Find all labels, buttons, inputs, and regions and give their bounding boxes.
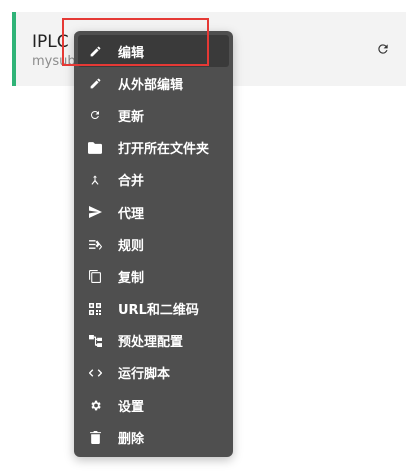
send-icon xyxy=(88,205,102,219)
menu-item-label: URL和二维码 xyxy=(118,303,199,319)
menu-item-proxy[interactable]: 代理 xyxy=(74,196,233,228)
menu-item-label: 运行脚本 xyxy=(118,367,171,383)
menu-item-preprocess[interactable]: 预处理配置 xyxy=(74,325,233,357)
menu-item-update[interactable]: 更新 xyxy=(74,99,233,131)
menu-item-run-script[interactable]: 运行脚本 xyxy=(74,357,233,389)
menu-item-label: 删除 xyxy=(118,431,145,447)
menu-item-settings[interactable]: 设置 xyxy=(74,389,233,421)
menu-item-edit[interactable]: 编辑 xyxy=(78,35,229,68)
menu-item-url-qrcode[interactable]: URL和二维码 xyxy=(74,293,233,325)
menu-item-label: 合并 xyxy=(118,174,145,190)
profile-subtitle: mysub xyxy=(32,54,76,69)
copy-icon xyxy=(88,269,102,283)
folder-icon xyxy=(88,141,102,155)
refresh-icon xyxy=(88,108,102,122)
tree-icon xyxy=(88,334,102,348)
pencil-icon xyxy=(88,44,102,58)
menu-item-edit-external[interactable]: 从外部编辑 xyxy=(74,67,233,99)
qrcode-icon xyxy=(88,302,102,316)
rules-icon xyxy=(88,237,102,251)
menu-item-label: 预处理配置 xyxy=(118,335,184,351)
pencil-icon xyxy=(88,76,102,90)
menu-item-label: 复制 xyxy=(118,270,145,286)
menu-item-label: 设置 xyxy=(118,399,145,415)
menu-item-merge[interactable]: 合并 xyxy=(74,164,233,196)
menu-item-label: 编辑 xyxy=(118,45,145,61)
code-icon xyxy=(88,366,102,380)
trash-icon xyxy=(88,430,102,444)
menu-item-label: 打开所在文件夹 xyxy=(118,142,210,158)
refresh-icon[interactable] xyxy=(374,40,392,58)
menu-item-label: 从外部编辑 xyxy=(118,77,184,93)
menu-item-open-folder[interactable]: 打开所在文件夹 xyxy=(74,132,233,164)
menu-item-label: 更新 xyxy=(118,109,145,125)
gear-icon xyxy=(88,398,102,412)
menu-item-label: 代理 xyxy=(118,206,145,222)
merge-icon xyxy=(88,173,102,187)
menu-item-copy[interactable]: 复制 xyxy=(74,260,233,292)
context-menu: 编辑 从外部编辑 更新 打开所在文件夹 合并 代理 规则 复制 URL和二维码 … xyxy=(74,31,233,457)
menu-item-rules[interactable]: 规则 xyxy=(74,228,233,260)
menu-item-delete[interactable]: 删除 xyxy=(74,421,233,453)
menu-item-label: 规则 xyxy=(118,238,145,254)
